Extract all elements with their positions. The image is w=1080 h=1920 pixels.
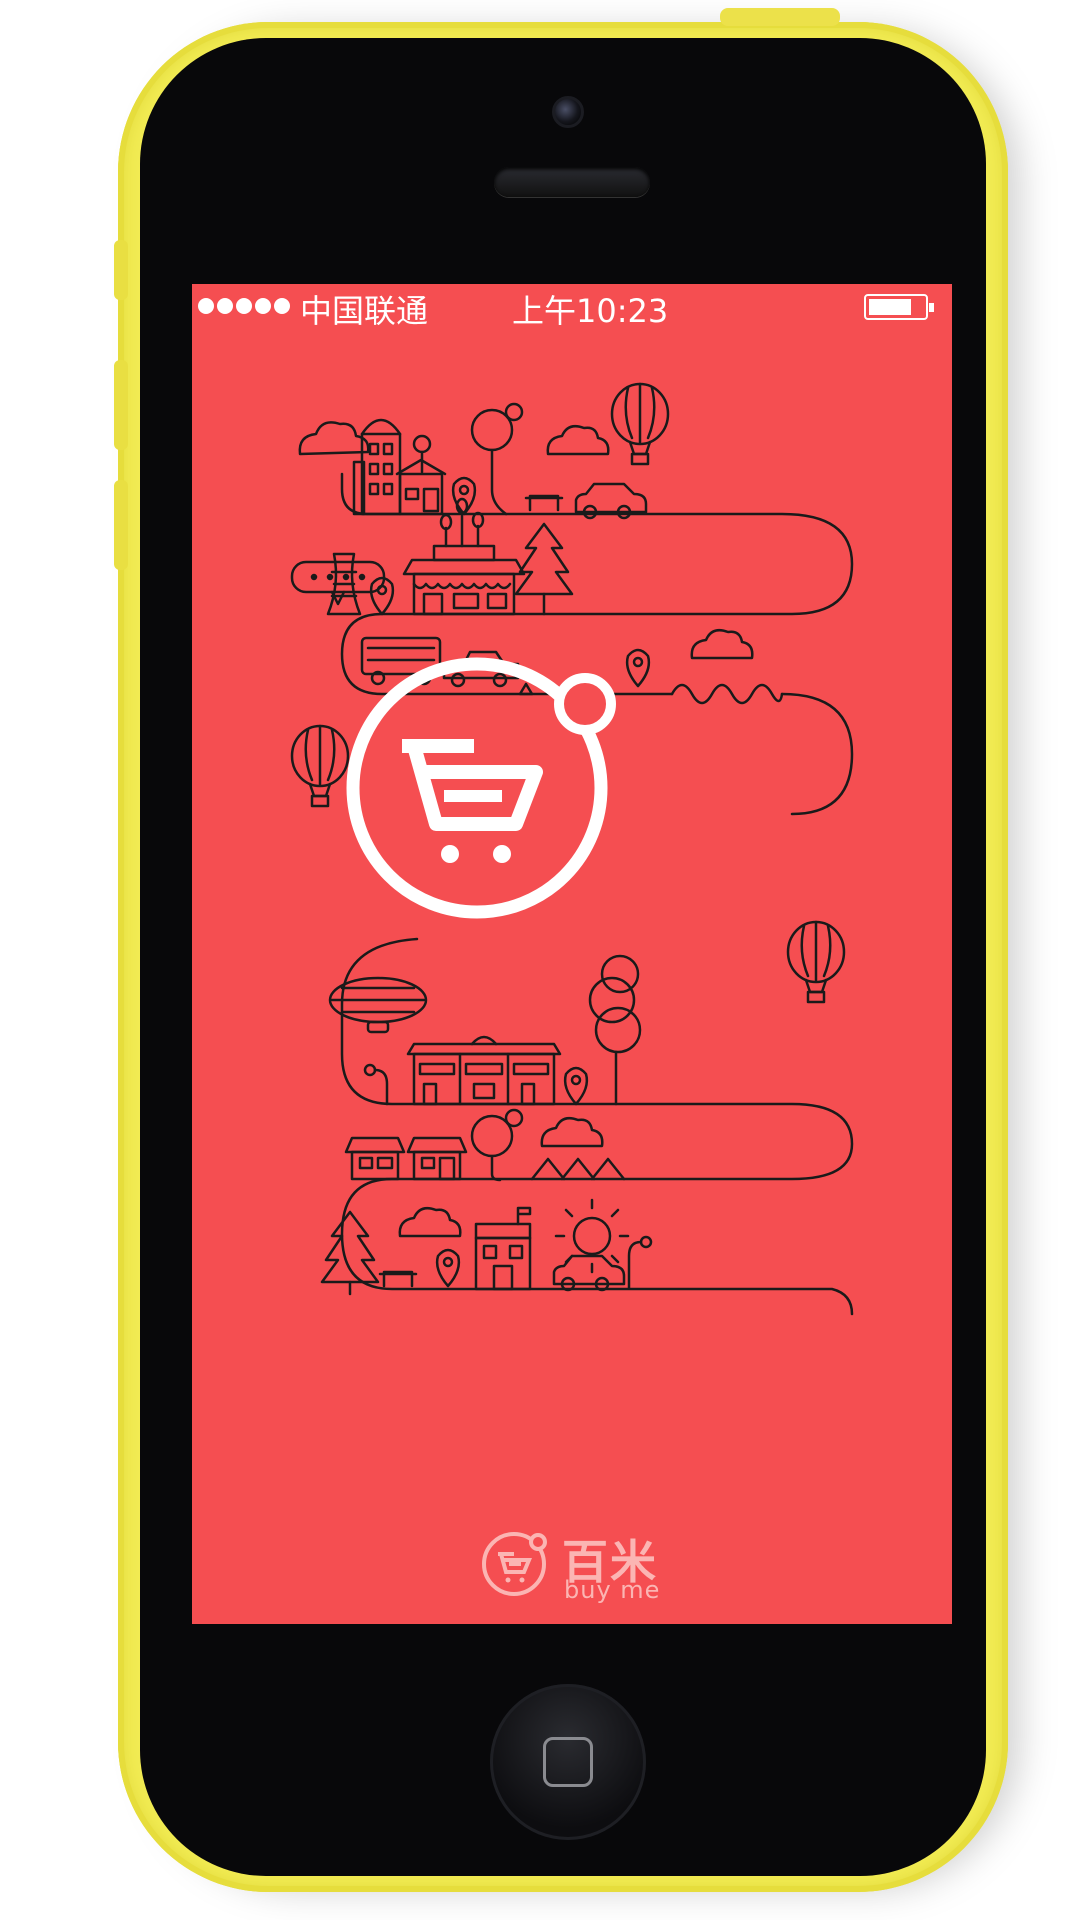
location-pin-icon-5 bbox=[435, 1248, 461, 1288]
balloon-tree-icon-2 bbox=[470, 1108, 524, 1182]
bench-icon bbox=[524, 494, 564, 512]
pine-tree-icon bbox=[514, 522, 574, 616]
cloud-icon-2 bbox=[546, 425, 610, 456]
brand-logo-icon bbox=[482, 1532, 547, 1596]
cloud-icon bbox=[298, 421, 370, 456]
brand-footer: 百米 buy me bbox=[476, 1522, 696, 1604]
shopping-cart-icon bbox=[402, 739, 543, 863]
car-icon bbox=[574, 482, 648, 520]
volume-up-button bbox=[114, 360, 128, 450]
mute-switch bbox=[114, 240, 128, 300]
power-button bbox=[720, 8, 840, 26]
road-squiggle bbox=[670, 683, 784, 705]
hot-air-balloon-icon bbox=[610, 382, 670, 466]
volume-down-button bbox=[114, 480, 128, 570]
hot-air-balloon-icon-2 bbox=[290, 724, 350, 808]
location-pin-icon-3 bbox=[625, 648, 651, 688]
street-lamp-icon-2 bbox=[627, 1235, 653, 1290]
building-icon bbox=[352, 418, 447, 516]
city-road-illustration bbox=[290, 382, 854, 1316]
tree-icon bbox=[412, 434, 432, 474]
car-icon-2 bbox=[552, 1254, 626, 1292]
shop-icon bbox=[402, 497, 526, 616]
app-screen: 中国联通 上午10:23 百米 buy me bbox=[192, 284, 952, 1624]
tents-icon bbox=[530, 1157, 626, 1181]
brand-slogan: buy me bbox=[564, 1576, 661, 1604]
cloud-icon-5 bbox=[398, 1207, 462, 1238]
logo-notification-dot bbox=[554, 673, 616, 735]
balloon-tree-icon bbox=[470, 402, 524, 516]
street-lamp-icon bbox=[363, 1063, 389, 1106]
cloud-icon-3 bbox=[690, 629, 754, 660]
store-building-icon bbox=[474, 1206, 532, 1291]
hot-air-balloon-icon-3 bbox=[786, 920, 846, 1004]
pine-tree-icon-2 bbox=[320, 1210, 380, 1296]
front-camera bbox=[552, 96, 584, 128]
townhouses-icon bbox=[406, 1035, 562, 1106]
cloud-icon-4 bbox=[540, 1117, 604, 1148]
bench-icon-2 bbox=[378, 1270, 418, 1288]
location-pin-icon-4 bbox=[563, 1066, 589, 1106]
earpiece-speaker bbox=[494, 167, 650, 197]
home-square-icon bbox=[543, 1737, 593, 1787]
house-icon bbox=[344, 1136, 406, 1181]
small-pine-icon bbox=[518, 682, 534, 696]
house-icon-2 bbox=[406, 1136, 468, 1181]
home-button[interactable] bbox=[490, 1684, 646, 1840]
round-tree-icon bbox=[588, 954, 642, 1106]
